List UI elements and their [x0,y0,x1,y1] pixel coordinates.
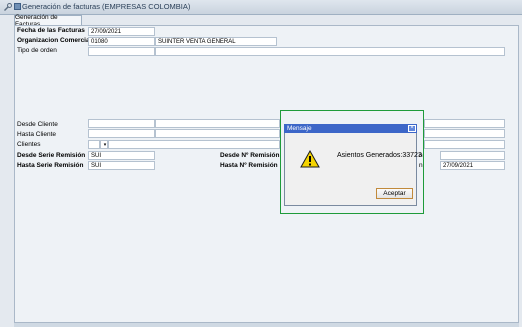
hasta-serie-label: Hasta Serie Remisión [17,162,84,169]
tipo-orden-field[interactable] [88,47,155,56]
fecha-facturas-label: Fecha de las Facturas [17,27,85,34]
desde-cliente-field[interactable] [88,119,155,128]
clientes-field-right [424,140,505,149]
organizacion-label: Organizacion Comercial [17,37,92,44]
accept-button[interactable]: Aceptar [376,188,413,199]
organizacion-code-field[interactable]: 01080 [88,37,155,46]
desde-cliente-label: Desde Cliente [17,121,58,128]
tipo-orden-label: Tipo de orden [17,47,57,54]
desde-num-label: Desde Nº Remisión [220,152,280,159]
clientes-combo[interactable] [88,140,100,149]
desde-num-field[interactable] [440,151,505,160]
tipo-orden-desc-field [155,47,505,56]
status-strip [14,323,519,327]
hasta-serie-field[interactable]: SUI [88,161,155,170]
warning-icon [300,150,320,168]
tools-icon[interactable] [3,3,12,11]
fecha-facturas-field[interactable]: 27/09/2021 [88,27,155,36]
hasta-cliente-label: Hasta Cliente [17,131,57,138]
window-icon [14,3,21,10]
close-icon[interactable]: × [408,125,416,132]
form-panel [14,25,519,323]
clientes-field[interactable] [108,140,280,149]
desde-serie-field[interactable]: SUI [88,151,155,160]
hasta-cliente-name-field-right [424,129,505,138]
clientes-dropdown-button[interactable]: ▾ [100,140,108,149]
dialog-message: Asientos Generados:33723 [337,152,422,159]
desde-serie-label: Desde Serie Remisión [17,152,86,159]
organizacion-name-field: SUINTER VENTA GENERAL [155,37,277,46]
hasta-num-label: Hasta Nº Remisión [220,162,278,169]
clientes-label: Clientes [17,141,41,148]
window-title: Generación de facturas (EMPRESAS COLOMBI… [22,2,191,11]
hasta-cliente-field[interactable] [88,129,155,138]
dialog-title: Mensaje [284,124,417,133]
desde-cliente-name-field [155,119,280,128]
hasta-cliente-name-field [155,129,280,138]
desde-cliente-name-field-right [424,119,505,128]
hasta-num-field[interactable]: 27/09/2021 [440,161,505,170]
